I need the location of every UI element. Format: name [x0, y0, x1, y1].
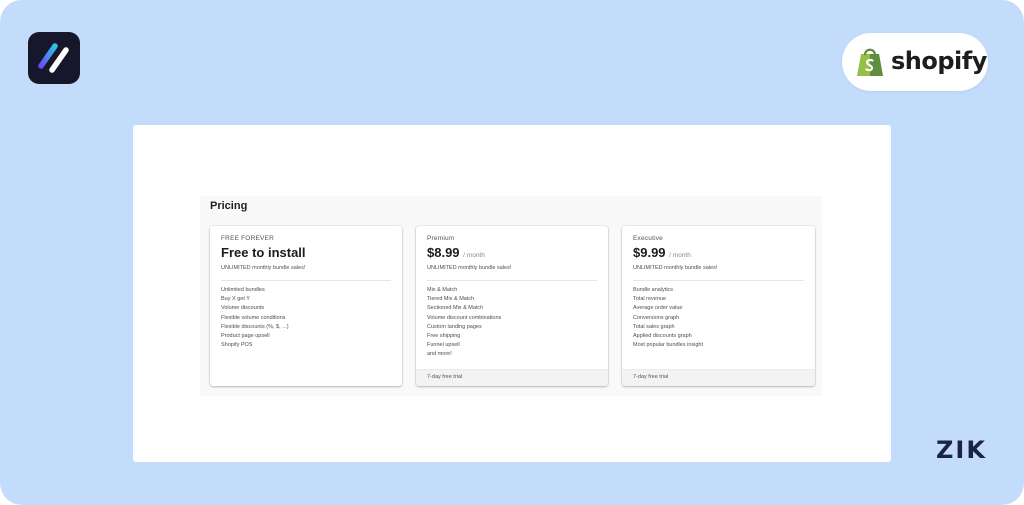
plan-price-value: $8.99 [427, 245, 460, 260]
shopify-badge: shopify [842, 33, 988, 91]
pricing-title: Pricing [210, 200, 248, 212]
feature-item: Custom landing pages [427, 323, 482, 330]
plan-price: Free to install [221, 245, 306, 260]
feature-item: Flexible discounts (%, $, ...) [221, 323, 289, 330]
pricing-screenshot-panel: Pricing FREE FOREVER Free to install UNL… [133, 125, 891, 462]
feature-item: Buy X get Y [221, 296, 250, 303]
plan-features: Bundle analytics Total revenue Average o… [633, 286, 703, 350]
plan-features: Mix & Match Tiered Mix & Match Sectioned… [427, 286, 501, 360]
plan-footer: 7-day free trial [416, 369, 608, 386]
plan-card-free[interactable]: FREE FOREVER Free to install UNLIMITED m… [210, 226, 402, 386]
plan-divider [427, 280, 597, 281]
feature-item: Most popular bundles insight [633, 342, 704, 349]
plan-name: Executive [633, 235, 663, 242]
plan-footer: 7-day free trial [622, 369, 815, 386]
feature-item: Volume discounts [221, 305, 265, 312]
feature-item: Total revenue [633, 296, 667, 303]
feature-item: Free shipping [427, 332, 461, 339]
feature-item: Funnel upsell [427, 342, 460, 349]
feature-item: Applied discounts graph [633, 332, 692, 339]
feature-item: Average order value [633, 305, 683, 312]
plan-tagline: UNLIMITED monthly bundle sales! [427, 265, 512, 271]
zik-logo: ZIK [936, 436, 987, 464]
plan-tagline: UNLIMITED monthly bundle sales! [633, 265, 718, 271]
diagonal-stripes-logo-icon [38, 43, 69, 73]
plan-name: FREE FOREVER [221, 235, 274, 242]
feature-item: Bundle analytics [633, 287, 674, 293]
feature-item: Flexible volume conditions [221, 314, 286, 321]
shopify-bag-icon [857, 48, 883, 76]
feature-item: and more! [427, 351, 452, 358]
feature-item: Total sales graph [633, 323, 675, 330]
trial-label: 7-day free trial [427, 374, 463, 380]
feature-item: Conversions graph [633, 314, 680, 321]
feature-item: Volume discount combinations [427, 314, 502, 321]
plan-price-value: Free to install [221, 245, 306, 260]
feature-item: Product page upsell [221, 332, 270, 339]
plan-card-executive[interactable]: Executive $9.99 / month UNLIMITED monthl… [622, 226, 815, 386]
plan-tagline: UNLIMITED monthly bundle sales! [221, 265, 306, 271]
page-background: shopify Pricing FREE FOREVER Free to ins… [0, 0, 1024, 505]
page-frame: shopify Pricing FREE FOREVER Free to ins… [0, 0, 1024, 505]
plan-card-premium[interactable]: Premium $8.99 / month UNLIMITED monthly … [416, 226, 608, 386]
plan-price: $9.99 / month [633, 245, 691, 260]
plan-name: Premium [427, 235, 455, 242]
app-logo [28, 32, 80, 84]
feature-item: Sectioned Mix & Match [427, 305, 484, 312]
feature-item: Unlimited bundles [221, 287, 265, 293]
plan-divider [633, 280, 804, 281]
plan-price-value: $9.99 [633, 245, 666, 260]
plan-price: $8.99 / month [427, 245, 485, 260]
feature-item: Tiered Mix & Match [427, 296, 475, 303]
plan-period: / month [669, 252, 691, 259]
plan-features: Unlimited bundles Buy X get Y Volume dis… [221, 286, 289, 350]
shopify-wordmark: shopify [891, 47, 987, 75]
trial-label: 7-day free trial [633, 374, 669, 380]
plan-period: / month [463, 252, 485, 259]
plan-divider [221, 280, 391, 281]
feature-item: Mix & Match [427, 287, 458, 293]
feature-item: Shopify POS [221, 342, 253, 349]
